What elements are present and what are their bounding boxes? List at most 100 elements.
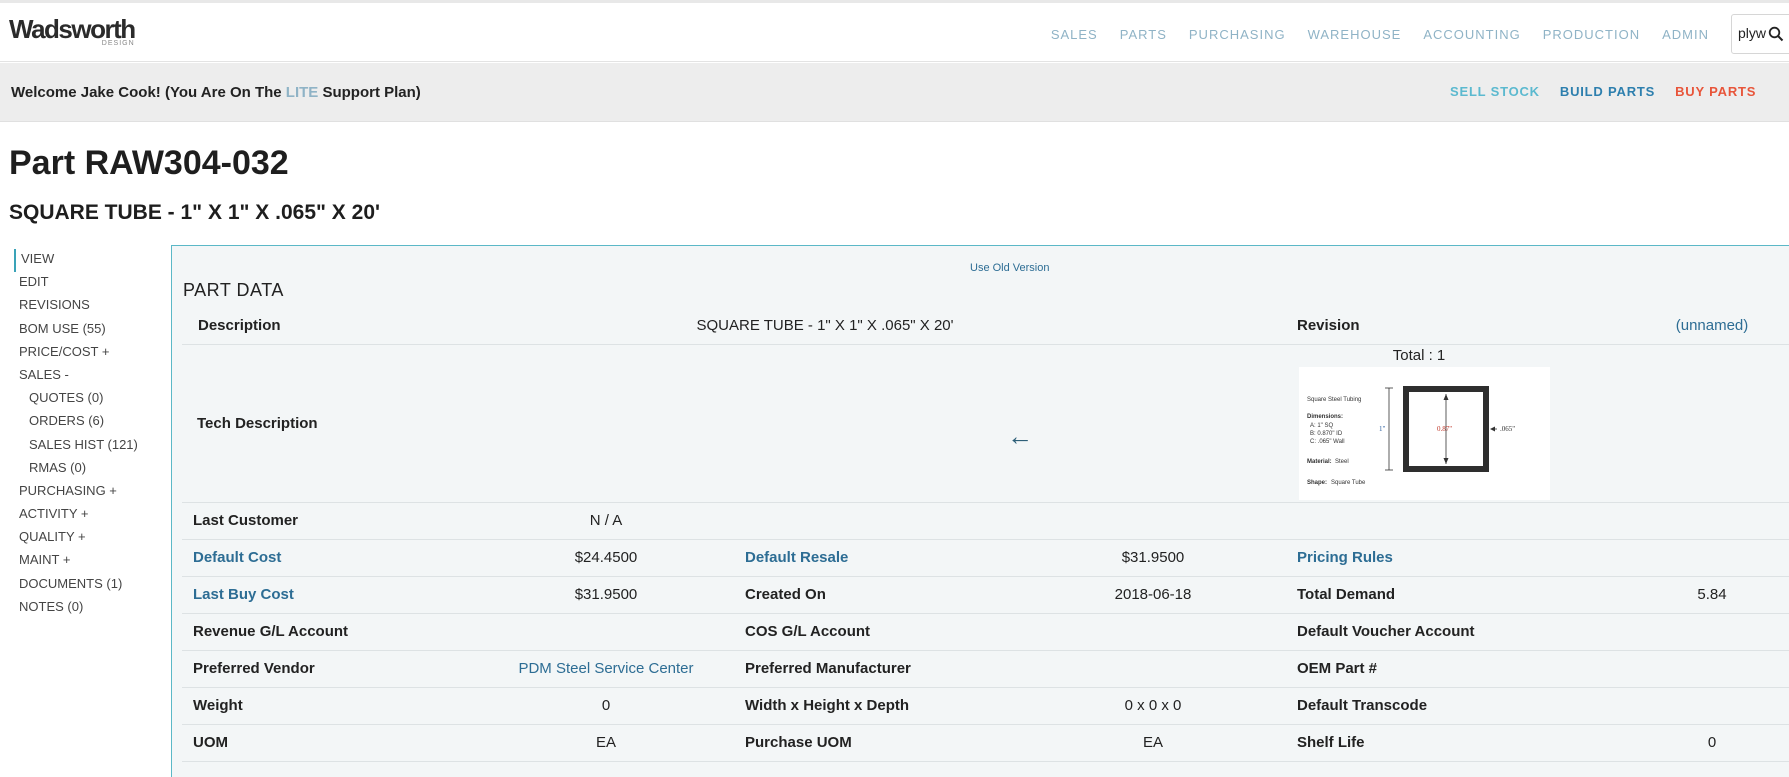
image-wall-dim: .065" — [1500, 425, 1515, 433]
sidebar-item-maint[interactable]: MAINT + — [14, 550, 164, 573]
search-input[interactable] — [1738, 25, 1770, 41]
image-material-label: Material: — [1307, 459, 1332, 465]
sidebar-item-quotes[interactable]: QUOTES (0) — [14, 388, 164, 411]
use-old-version-link[interactable]: Use Old Version — [970, 262, 1049, 274]
default-voucher-label: Default Voucher Account — [1297, 623, 1475, 640]
default-cost-label[interactable]: Default Cost — [193, 549, 281, 566]
image-dim-b: B: 0.870" ID — [1310, 431, 1343, 437]
description-value: SQUARE TUBE - 1" X 1" X .065" X 20' — [696, 317, 954, 334]
oem-part-label: OEM Part # — [1297, 660, 1378, 677]
weight-value: 0 — [601, 697, 611, 714]
cos-gl-label: COS G/L Account — [745, 623, 871, 640]
welcome-bar: Welcome Jake Cook! (You Are On The LITE … — [0, 63, 1789, 122]
pricing-rules-link[interactable]: Pricing Rules — [1297, 549, 1393, 566]
plan-name[interactable]: LITE — [286, 84, 319, 101]
description-row: Description SQUARE TUBE - 1" X 1" X .065… — [182, 308, 1789, 345]
description-label: Description — [198, 317, 281, 334]
uom-label: UOM — [193, 734, 228, 751]
shelf-life-label: Shelf Life — [1297, 734, 1365, 751]
sidebar-item-sales[interactable]: SALES - — [14, 365, 164, 388]
sidebar: VIEW EDIT REVISIONS BOM USE (55) PRICE/C… — [14, 249, 164, 620]
image-total: Total : 1 — [1392, 347, 1446, 364]
image-material: Steel — [1335, 459, 1349, 465]
uom-value: EA — [595, 734, 617, 751]
preferred-vendor-row: Preferred Vendor PDM Steel Service Cente… — [182, 651, 1789, 688]
uom-row: UOM EA Purchase UOM EA Shelf Life 0 — [182, 725, 1789, 762]
top-navbar: Wadsworth DESIGN SALES PARTS PURCHASING … — [0, 0, 1789, 62]
purchase-uom-label: Purchase UOM — [745, 734, 852, 751]
last-customer-label: Last Customer — [193, 512, 299, 529]
nav-production[interactable]: PRODUCTION — [1543, 27, 1640, 42]
sidebar-item-purchasing[interactable]: PURCHASING + — [14, 481, 164, 504]
purchase-uom-value: EA — [1142, 734, 1164, 751]
image-outer-dim: 1" — [1379, 425, 1386, 433]
last-buy-cost-label[interactable]: Last Buy Cost — [193, 586, 294, 603]
default-resale-label[interactable]: Default Resale — [745, 549, 848, 566]
sidebar-item-view[interactable]: VIEW — [14, 249, 164, 273]
total-demand-value: 5.84 — [1697, 586, 1727, 603]
default-resale-value: $31.9500 — [1121, 549, 1185, 566]
sidebar-item-bom-use[interactable]: BOM USE (55) — [14, 319, 164, 342]
nav-purchasing[interactable]: PURCHASING — [1189, 27, 1286, 42]
logo-subtext: DESIGN — [101, 40, 135, 47]
preferred-manufacturer-label: Preferred Manufacturer — [745, 660, 911, 677]
logo-text: Wadsworth — [9, 14, 136, 44]
nav-warehouse[interactable]: WAREHOUSE — [1308, 27, 1402, 42]
revision-label: Revision — [1297, 317, 1360, 334]
search-icon[interactable] — [1768, 26, 1784, 42]
part-data-panel: Use Old Version PART DATA Description SQ… — [171, 245, 1789, 777]
total-demand-label: Total Demand — [1297, 586, 1396, 603]
image-inner-dim: 0.87" — [1437, 425, 1452, 433]
nav-sales[interactable]: SALES — [1051, 27, 1098, 42]
dimensions-label: Width x Height x Depth — [745, 697, 910, 714]
logo[interactable]: Wadsworth DESIGN — [9, 14, 136, 47]
image-dim-a: A: 1" SQ — [1310, 423, 1333, 429]
sidebar-item-sales-hist[interactable]: SALES HIST (121) — [14, 435, 164, 458]
dimensions-value: 0 x 0 x 0 — [1124, 697, 1182, 714]
welcome-suffix: Support Plan) — [318, 84, 421, 101]
revenue-gl-label: Revenue G/L Account — [193, 623, 349, 640]
page-title: Part RAW304-032 — [9, 144, 289, 182]
main-nav: SALES PARTS PURCHASING WAREHOUSE ACCOUNT… — [1029, 27, 1709, 42]
arrow-left-icon[interactable]: ← — [1007, 421, 1033, 452]
shelf-life-value: 0 — [1707, 734, 1717, 751]
last-buy-cost-value: $31.9500 — [574, 586, 638, 603]
sidebar-item-activity[interactable]: ACTIVITY + — [14, 504, 164, 527]
tech-description-row: Tech Description ← Total : 1 Square Stee… — [182, 345, 1789, 503]
sidebar-item-orders[interactable]: ORDERS (6) — [14, 411, 164, 434]
welcome-message: Welcome Jake Cook! (You Are On The LITE … — [11, 84, 421, 101]
quick-links: SELL STOCK BUILD PARTS BUY PARTS — [1450, 84, 1776, 99]
sidebar-item-documents[interactable]: DOCUMENTS (1) — [14, 574, 164, 597]
image-shape: Square Tube — [1331, 480, 1366, 486]
welcome-prefix: Welcome Jake Cook! (You Are On The — [11, 84, 286, 101]
image-caption: Square Steel Tubing — [1307, 397, 1361, 403]
image-dim-c: C: .065" Wall — [1310, 439, 1345, 445]
sidebar-item-notes[interactable]: NOTES (0) — [14, 597, 164, 620]
sidebar-item-edit[interactable]: EDIT — [14, 272, 164, 295]
build-parts-link[interactable]: BUILD PARTS — [1560, 84, 1655, 99]
default-cost-row: Default Cost $24.4500 Default Resale $31… — [182, 540, 1789, 577]
default-transcode-label: Default Transcode — [1297, 697, 1428, 714]
preferred-vendor-label: Preferred Vendor — [193, 660, 315, 677]
weight-label: Weight — [193, 697, 243, 714]
nav-accounting[interactable]: ACCOUNTING — [1423, 27, 1520, 42]
part-image[interactable]: Square Steel Tubing Dimensions: A: 1" SQ… — [1299, 367, 1550, 500]
sidebar-item-revisions[interactable]: REVISIONS — [14, 295, 164, 318]
tech-description-label: Tech Description — [197, 415, 318, 432]
sidebar-item-rmas[interactable]: RMAS (0) — [14, 458, 164, 481]
nav-parts[interactable]: PARTS — [1120, 27, 1167, 42]
preferred-vendor-link[interactable]: PDM Steel Service Center — [518, 660, 693, 677]
sidebar-item-price-cost[interactable]: PRICE/COST + — [14, 342, 164, 365]
last-customer-row: Last Customer N / A — [182, 503, 1789, 540]
sell-stock-link[interactable]: SELL STOCK — [1450, 84, 1540, 99]
image-shape-label: Shape: — [1307, 480, 1327, 486]
weight-row: Weight 0 Width x Height x Depth 0 x 0 x … — [182, 688, 1789, 725]
created-on-value: 2018-06-18 — [1114, 586, 1192, 603]
default-cost-value: $24.4500 — [574, 549, 638, 566]
revision-value[interactable]: (unnamed) — [1676, 317, 1749, 334]
search-box — [1731, 14, 1789, 54]
panel-heading: PART DATA — [183, 280, 284, 300]
nav-admin[interactable]: ADMIN — [1662, 27, 1709, 42]
sidebar-item-quality[interactable]: QUALITY + — [14, 527, 164, 550]
buy-parts-link[interactable]: BUY PARTS — [1675, 84, 1756, 99]
